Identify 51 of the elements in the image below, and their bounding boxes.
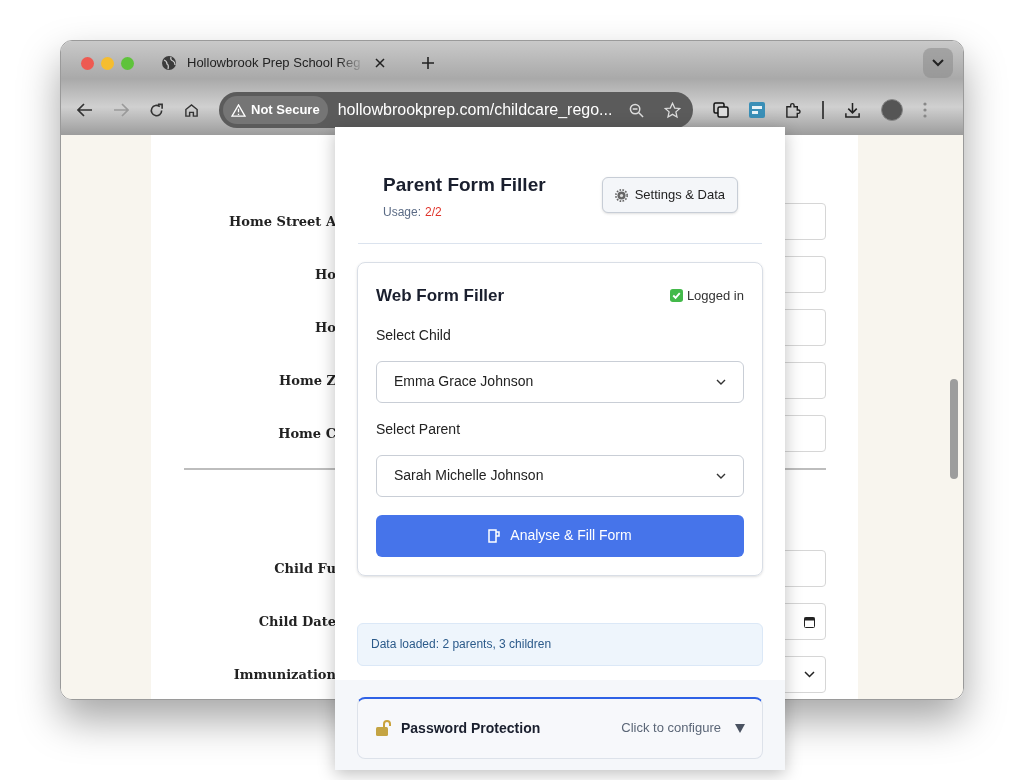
lock-icon <box>375 719 393 737</box>
settings-button[interactable]: Settings & Data <box>601 177 738 213</box>
usage-value: 2/2 <box>425 204 442 221</box>
download-icon[interactable] <box>843 101 861 119</box>
password-protection-panel[interactable]: Password Protection Click to configure <box>357 696 763 759</box>
tab-title[interactable]: Hollowbrook Prep School Reg <box>187 53 365 73</box>
select-label: Select Parent <box>376 419 462 439</box>
home-icon[interactable] <box>184 102 199 118</box>
chevron-down-icon <box>804 671 815 678</box>
form-icon <box>488 528 501 543</box>
new-tab-icon[interactable] <box>422 57 434 69</box>
gear-icon <box>614 188 628 202</box>
analyse-fill-button[interactable]: Analyse & Fill Form <box>376 514 744 557</box>
login-status: Logged in <box>686 287 744 305</box>
select-label: Select Child <box>376 325 452 345</box>
profile-avatar[interactable] <box>880 99 903 121</box>
field-label: Home C <box>277 424 336 443</box>
scrollbar-thumb[interactable] <box>950 379 958 479</box>
panel-title: Password Protection <box>401 718 541 738</box>
puzzle-icon[interactable] <box>785 101 802 119</box>
card-title: Web Form Filler <box>376 285 505 307</box>
back-icon[interactable] <box>77 103 93 117</box>
chevron-down-icon <box>716 378 726 385</box>
zoom-icon[interactable] <box>629 102 644 118</box>
extension-icon[interactable] <box>749 102 765 118</box>
close-tab-icon[interactable] <box>375 58 385 68</box>
field-label: Home Z <box>278 371 336 390</box>
address-bar[interactable]: Not Secure hollowbrookprep.com/childcare_rego... <box>219 92 693 128</box>
dropdown-field[interactable]: Emma Grace Johnson <box>376 360 744 403</box>
popup-title: Parent Form Filler <box>383 173 546 197</box>
usage-label: Usage: <box>383 204 422 221</box>
field-label: Ho <box>314 318 336 337</box>
dropdown-field[interactable]: Sarah Michelle Johnson <box>376 454 744 497</box>
field-label: Child Date <box>257 612 336 631</box>
caret-icon <box>735 723 745 733</box>
field-label: Immunization <box>232 665 336 684</box>
url-text[interactable]: hollowbrookprep.com/childcare_rego... <box>337 98 613 122</box>
calendar-icon <box>804 615 815 628</box>
chevron-down-icon <box>716 472 726 479</box>
star-icon[interactable] <box>664 101 681 119</box>
warning-icon <box>231 103 246 117</box>
status-message: Data loaded: 2 parents, 3 children <box>371 636 552 653</box>
field-label: Ho <box>314 265 336 284</box>
reload-icon[interactable] <box>149 102 164 118</box>
field-label: Home Street A <box>228 212 336 231</box>
field-label: Child Fu <box>273 559 336 578</box>
copy-icon[interactable] <box>713 102 729 118</box>
panel-hint: Click to configure <box>621 719 721 738</box>
globe-icon <box>161 55 177 71</box>
tab-search-button[interactable] <box>923 48 953 78</box>
chevron-down-icon <box>932 59 944 67</box>
